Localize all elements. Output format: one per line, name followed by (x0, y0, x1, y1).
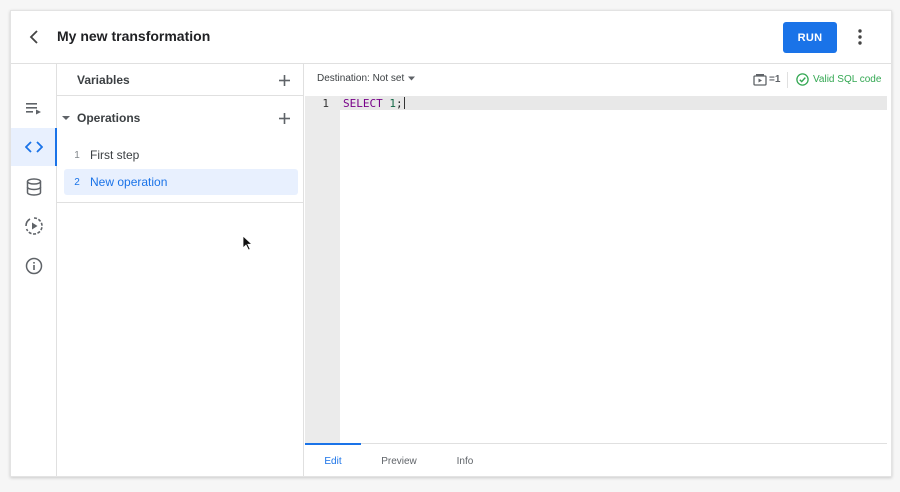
back-button[interactable] (24, 27, 44, 47)
panel-divider (57, 202, 303, 203)
destination-label: Destination: Not set (317, 73, 405, 84)
code-icon (24, 141, 43, 153)
run-button[interactable]: RUN (783, 22, 837, 53)
variables-section-header: Variables (57, 64, 303, 96)
toolbar-divider (787, 72, 788, 88)
chevron-left-icon (29, 30, 38, 44)
line-number: 1 (322, 97, 329, 110)
validation-text: Valid SQL code (813, 74, 882, 85)
rail-item-info[interactable] (11, 247, 56, 285)
tab-preview[interactable]: Preview (371, 444, 427, 476)
editor-tabs: Edit Preview Info (305, 443, 887, 476)
text-cursor (403, 97, 405, 109)
header-bar: My new transformation RUN (11, 11, 891, 64)
operation-item[interactable]: 1 First step (64, 142, 298, 168)
operation-label: New operation (90, 175, 168, 189)
operation-item-selected[interactable]: 2 New operation (64, 169, 298, 195)
add-variable-button[interactable] (277, 73, 291, 87)
add-operation-button[interactable] (277, 111, 291, 125)
plus-icon (278, 112, 290, 124)
history-play-icon (24, 217, 43, 235)
caret-down-icon (408, 76, 416, 81)
parameters-icon (753, 74, 767, 86)
rail-item-database[interactable] (11, 168, 56, 206)
left-rail (11, 64, 57, 476)
parameters-button[interactable]: =1 (753, 73, 780, 86)
rail-item-runs[interactable] (11, 207, 56, 245)
sql-number: 1 (389, 97, 396, 110)
operation-number: 2 (74, 176, 80, 188)
destination-dropdown[interactable]: Destination: Not set (317, 73, 416, 84)
sql-punct: ; (396, 97, 403, 110)
check-circle-icon (796, 73, 809, 86)
database-icon (26, 178, 41, 196)
operation-label: First step (90, 148, 140, 162)
rail-item-steps[interactable] (11, 89, 56, 127)
info-icon (25, 257, 42, 275)
line-gutter: 1 (305, 96, 340, 443)
transformation-editor-card: My new transformation RUN Variables Oper… (10, 10, 892, 477)
parameters-count: =1 (769, 74, 781, 85)
tab-info[interactable]: Info (437, 444, 493, 476)
rail-item-code[interactable] (11, 128, 57, 166)
tab-edit[interactable]: Edit (305, 443, 361, 476)
plus-icon (278, 74, 290, 86)
more-vert-icon (858, 29, 862, 45)
sql-keyword: SELECT (343, 97, 383, 110)
variables-title: Variables (77, 72, 130, 87)
validation-status: Valid SQL code (796, 73, 881, 86)
caret-down-icon (62, 116, 70, 120)
editor-toolbar: Destination: Not set =1 Valid SQL code (305, 64, 891, 96)
active-line-highlight (340, 96, 887, 110)
page-title: My new transformation (57, 28, 211, 44)
operation-number: 1 (74, 149, 80, 161)
playlist-play-icon (25, 103, 41, 115)
operations-title: Operations (77, 111, 141, 125)
more-options-button[interactable] (851, 27, 869, 47)
operations-panel: Variables Operations 1 First step 2 New … (57, 64, 304, 476)
code-line: SELECT 1; (343, 97, 405, 110)
sql-code-editor[interactable]: 1 SELECT 1; (305, 96, 887, 443)
operations-section-header[interactable]: Operations (57, 108, 303, 128)
